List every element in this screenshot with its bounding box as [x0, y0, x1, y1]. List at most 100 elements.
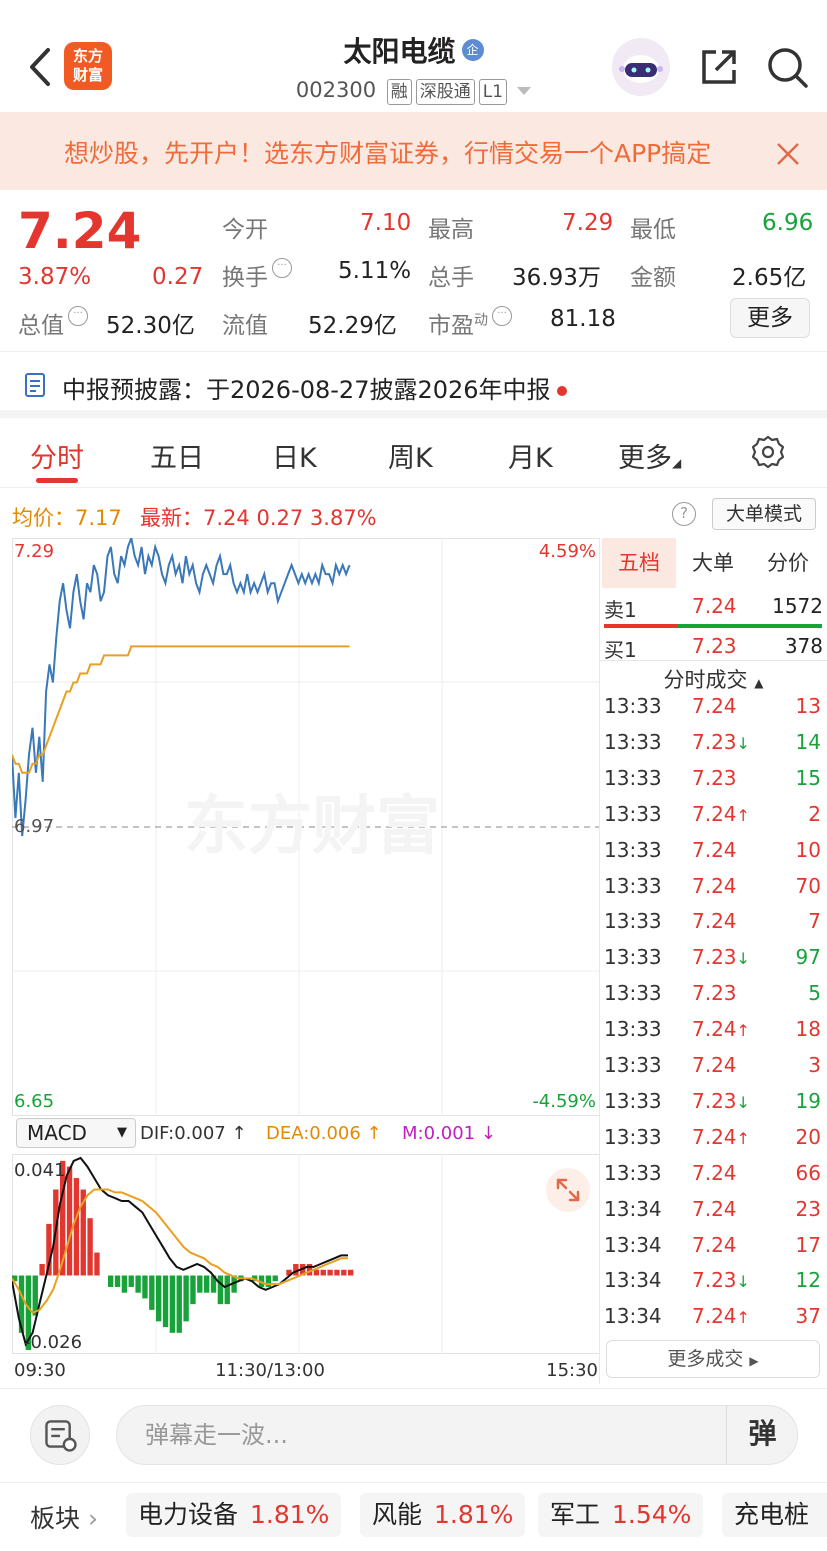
- mktcap-value: 52.30亿: [106, 313, 195, 339]
- sector-chip[interactable]: 充电桩: [722, 1493, 827, 1537]
- expand-icon[interactable]: [546, 1168, 590, 1212]
- notice-text: 中报预披露：于2026-08-27披露2026年中报: [62, 370, 567, 405]
- macd-chart[interactable]: 0.041 -0.026 09:30 11:30/13:00 15:30: [12, 1154, 600, 1384]
- trade-time: 13:33: [604, 1017, 662, 1042]
- more-trades-button[interactable]: 更多成交 ▶: [606, 1340, 820, 1378]
- divider: [600, 660, 827, 661]
- intraday-chart[interactable]: 东方财富 7.29 6.97 6.65 4.59% -4.59%: [12, 538, 600, 1116]
- trade-volume: 7: [808, 909, 821, 934]
- help-icon[interactable]: ?: [672, 502, 696, 526]
- trade-volume: 15: [795, 765, 821, 790]
- level-tag: L1: [478, 79, 508, 105]
- trade-price: 7.23↓: [692, 945, 750, 970]
- tab-more[interactable]: 更多◢: [618, 436, 681, 475]
- promo-banner[interactable]: 想炒股，先开户！选东方财富证券，行情交易一个APP搞定: [0, 112, 827, 190]
- tab-five-day[interactable]: 五日: [150, 436, 204, 475]
- pe-value: 81.18: [550, 306, 616, 332]
- trade-row: 13:34 7.24 23: [600, 1197, 827, 1233]
- macd-bar: [265, 1275, 272, 1287]
- trade-time: 13:33: [604, 873, 662, 898]
- macd-bar: [94, 1252, 100, 1276]
- trade-volume: 23: [795, 1196, 821, 1221]
- sector-label[interactable]: 板块 ›: [30, 1499, 98, 1535]
- unread-dot: [556, 386, 567, 396]
- chevron-right-icon: ▶: [749, 1354, 759, 1368]
- avg-price: 均价：7.17: [12, 506, 122, 530]
- mktcap-label[interactable]: 总值 ···: [18, 306, 88, 340]
- trade-row: 13:33 7.23 5: [600, 981, 827, 1017]
- macd-bar: [135, 1275, 141, 1293]
- direction-arrow: ↑: [736, 1128, 750, 1148]
- trade-volume: 20: [795, 1124, 821, 1149]
- chevron-right-icon: ›: [87, 1504, 98, 1533]
- comment-settings-icon[interactable]: [30, 1405, 90, 1465]
- change-pct: 3.87%: [18, 264, 92, 290]
- trade-price: 7.24↑: [692, 1017, 750, 1042]
- info-icon[interactable]: ···: [272, 258, 292, 278]
- macd-bar: [190, 1275, 196, 1305]
- trade-list-header[interactable]: 分时成交 ▲: [600, 664, 827, 694]
- tab-intraday[interactable]: 分时: [30, 436, 84, 475]
- trade-row: 13:33 7.23 15: [600, 766, 827, 802]
- trade-price: 7.23: [692, 981, 737, 1006]
- chevron-down-icon: [517, 87, 532, 95]
- pe-label[interactable]: 市盈动 ···: [428, 306, 512, 340]
- macd-y-bottom: -0.026: [24, 1332, 82, 1353]
- high-label: 最高: [428, 217, 474, 243]
- tab-monthly-k[interactable]: 月K: [508, 436, 553, 475]
- float-value: 52.29亿: [308, 313, 397, 339]
- tab-five-levels[interactable]: 五档: [602, 538, 676, 588]
- direction-arrow: ↓: [736, 1092, 750, 1112]
- trade-price: 7.24: [692, 1232, 737, 1257]
- change-amount: 0.27: [152, 264, 204, 290]
- turnover-label[interactable]: 换手 ···: [222, 258, 292, 292]
- order-book-tabs: 五档 大单 分价: [600, 538, 827, 588]
- trade-time: 13:33: [604, 981, 662, 1006]
- sector-chip[interactable]: 风能 1.81%: [360, 1493, 526, 1537]
- trade-time: 13:33: [604, 837, 662, 862]
- trade-volume: 12: [795, 1268, 821, 1293]
- gear-icon[interactable]: [750, 434, 786, 470]
- trade-volume: 10: [795, 837, 821, 862]
- sector-chip[interactable]: 电力设备 1.81%: [126, 1493, 342, 1537]
- trade-price: 7.23↓: [692, 1268, 750, 1293]
- sector-chip[interactable]: 军工 1.54%: [538, 1493, 704, 1537]
- big-order-mode-button[interactable]: 大单模式: [712, 498, 816, 530]
- danmu-toggle-button[interactable]: 弹: [726, 1405, 798, 1465]
- trade-row: 13:34 7.24 17: [600, 1233, 827, 1269]
- tab-daily-k[interactable]: 日K: [272, 436, 317, 475]
- search-icon[interactable]: [764, 44, 810, 90]
- info-icon[interactable]: ···: [492, 306, 512, 326]
- robot-assistant-icon[interactable]: [612, 38, 670, 96]
- tab-price-dist[interactable]: 分价: [750, 538, 826, 588]
- info-icon[interactable]: ···: [68, 306, 88, 326]
- macd-header: MACD ▼ DIF:0.007 ↑ DEA:0.006 ↑ M:0.001 ↓: [12, 1116, 600, 1152]
- watermark: 东方财富: [184, 790, 440, 864]
- macd-y-top: 0.041: [14, 1160, 66, 1181]
- chart-header: 均价：7.17 最新：7.24 0.27 3.87% ? 大单模式: [0, 490, 827, 538]
- quote-panel: 7.24 3.87% 0.27 总值 ··· 52.30亿 今开 7.10 最高 …: [0, 190, 827, 352]
- comment-input[interactable]: 弹幕走一波...: [116, 1405, 798, 1465]
- enterprise-badge: 企: [461, 39, 484, 61]
- notice-bar[interactable]: 中报预披露：于2026-08-27披露2026年中报: [0, 354, 827, 418]
- macd-bar: [73, 1178, 80, 1276]
- trade-volume: 5: [808, 981, 821, 1006]
- trade-row: 13:33 7.23↓ 14: [600, 730, 827, 766]
- amount-label: 金额: [630, 265, 676, 291]
- macd-bar: [121, 1275, 128, 1293]
- macd-grid: [12, 1154, 600, 1354]
- more-button[interactable]: 更多: [730, 298, 810, 338]
- share-icon[interactable]: [696, 44, 742, 90]
- stock-name: 太阳电缆: [343, 35, 456, 68]
- trade-row: 13:33 7.24 66: [600, 1161, 827, 1197]
- trade-price: 7.24↑: [692, 1304, 750, 1329]
- tab-weekly-k[interactable]: 周K: [388, 436, 433, 475]
- trade-price: 7.23↓: [692, 729, 750, 754]
- y-top-label: 7.29: [14, 541, 54, 562]
- indicator-select[interactable]: MACD ▼: [16, 1118, 136, 1148]
- volume-label: 总手: [428, 265, 474, 291]
- close-icon[interactable]: [770, 136, 806, 172]
- trade-row: 13:33 7.24 13: [600, 694, 827, 730]
- tab-big-orders[interactable]: 大单: [676, 538, 750, 588]
- trade-price: 7.24: [692, 694, 737, 718]
